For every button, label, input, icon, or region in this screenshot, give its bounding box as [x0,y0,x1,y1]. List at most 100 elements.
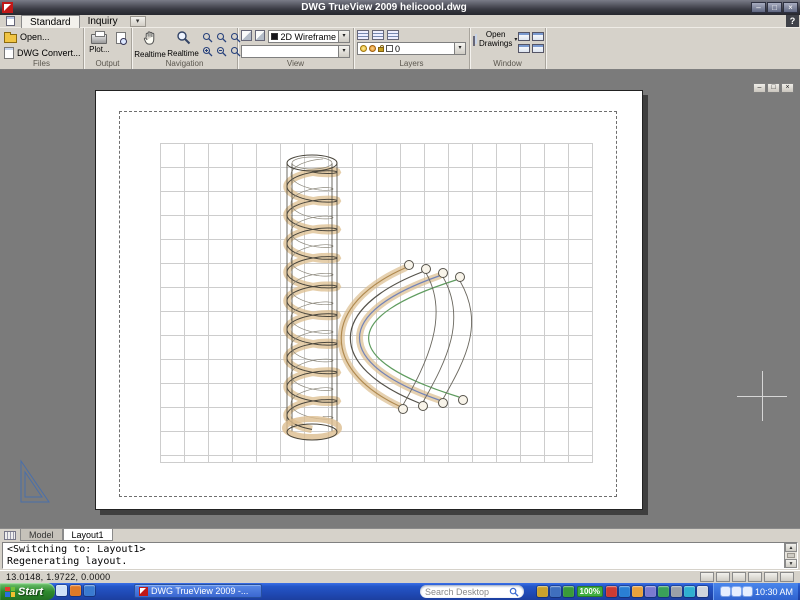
layout-nav-icon[interactable] [4,531,16,540]
minimize-button[interactable]: – [751,2,766,13]
layer-properties-icon[interactable] [357,30,369,40]
named-view-combobox[interactable]: ▾ [241,45,350,58]
annotation-scale-button[interactable] [748,572,762,582]
menu-tab-row: Standard Inquiry ▾ ? [0,15,800,28]
show-desktop-icon[interactable] [56,585,67,596]
scroll-up-icon[interactable]: ▲ [785,543,797,552]
drawing-geometry [96,91,642,509]
drawing-area[interactable]: – □ × [0,70,800,528]
window-control-buttons: – □ × [751,2,798,13]
paper-space-ucs-icon [14,455,54,507]
layer-isolate-icon[interactable] [387,30,399,40]
named-view-dropdown-icon[interactable]: ▾ [338,46,349,57]
files-buttons: Open... DWG Convert... [3,30,80,60]
search-input[interactable] [425,587,509,597]
power-icon[interactable] [697,586,708,597]
tile-horizontal-icon[interactable] [532,32,544,41]
view-cube-icon[interactable] [241,30,252,41]
view-controls: 2D Wireframe ▾ ▾ [241,30,350,58]
network-status-icon[interactable] [732,587,741,596]
tab-layout1[interactable]: Layout1 [63,529,113,541]
audio-icon[interactable] [563,586,574,597]
search-magnifier-icon[interactable] [509,587,519,597]
coordinates-readout: 13.0148, 1.9722, 0.0000 [6,572,111,582]
safely-remove-icon[interactable] [743,587,752,596]
arrange-icons-icon[interactable] [532,44,544,53]
scroll-down-icon[interactable]: ▼ [785,559,797,568]
tile-vertical-icon[interactable] [518,44,530,53]
quick-app-icon[interactable] [70,585,81,596]
orbit-icon[interactable] [255,30,266,41]
network-icon[interactable] [619,586,630,597]
toolbar-group-view: 2D Wireframe ▾ ▾ View [238,28,354,69]
visual-style-value: 2D Wireframe [280,32,336,42]
status-bar: 13.0148, 1.9722, 0.0000 [0,570,800,583]
pan-realtime-button[interactable]: Realtime [135,30,165,59]
messenger-icon[interactable] [684,586,695,597]
security-shield-icon[interactable] [658,586,669,597]
layer-on-bulb-icon [360,45,367,52]
doc-minimize-button[interactable]: – [753,83,766,93]
command-scrollbar[interactable]: ▲ ▼ [784,543,797,568]
zoom-window-button[interactable] [201,31,214,44]
conical-spiral-drawing [341,261,471,414]
layout-paper[interactable] [95,90,643,510]
doc-close-button[interactable]: × [781,83,794,93]
plot-button[interactable]: Plot... [87,30,112,54]
maximize-viewport-button[interactable] [716,572,730,582]
trueview-task-icon [139,587,148,596]
help-button[interactable]: ? [786,15,799,27]
open-drawings-icon [473,36,475,46]
status-settings-button[interactable] [764,572,778,582]
view-group-label: View [238,59,353,68]
removable-device-icon[interactable] [671,586,682,597]
layer-freeze-sun-icon [369,45,376,52]
output-group-label: Output [84,59,131,68]
layers-controls: 0 ▾ [357,30,466,55]
visual-style-combobox[interactable]: 2D Wireframe ▾ [268,30,350,43]
zoom-label: Realtime [167,49,199,58]
open-button[interactable]: Open... [3,30,80,44]
window-group-label: Window [470,59,545,68]
browser-icon[interactable] [84,585,95,596]
toolbar-overflow-icon[interactable]: ▾ [130,16,146,27]
command-history[interactable]: <Switching to: Layout1> Regenerating lay… [2,542,798,569]
open-drawings-button[interactable]: Open Drawings ▾ [473,30,515,48]
sync-icon[interactable] [645,586,656,597]
cascade-windows-icon[interactable] [518,32,530,41]
zoom-previous-button[interactable] [215,31,228,44]
document-menu-icon[interactable] [6,16,15,26]
display-icon[interactable] [550,586,561,597]
scroll-thumb[interactable] [787,553,795,558]
start-button[interactable]: Start [0,583,55,600]
doc-restore-button[interactable]: □ [767,83,780,93]
visual-style-dropdown-icon[interactable]: ▾ [338,31,349,42]
taskbar-app-button[interactable]: DWG TrueView 2009 -... [134,584,262,598]
antivirus-icon[interactable] [606,586,617,597]
zoom-realtime-button[interactable]: Realtime [168,30,198,58]
quick-launch [56,585,95,596]
printer-icon [91,34,107,44]
maximize-button[interactable]: □ [767,2,782,13]
volume-icon[interactable] [721,587,730,596]
zoom-out-button[interactable] [215,45,228,58]
tablet-icon[interactable] [537,586,548,597]
view-top-row: 2D Wireframe ▾ [241,30,350,43]
battery-indicator[interactable]: 100% [577,586,603,597]
convert-file-icon [4,47,14,59]
dwg-convert-button[interactable]: DWG Convert... [3,46,80,60]
tab-inquiry[interactable]: Inquiry [80,15,126,28]
tab-model[interactable]: Model [20,529,63,541]
layer-dropdown-icon[interactable]: ▾ [454,43,465,54]
layer-states-icon[interactable] [372,30,384,40]
updates-icon[interactable] [632,586,643,597]
close-button[interactable]: × [783,2,798,13]
layer-combobox[interactable]: 0 ▾ [357,42,466,55]
zoom-in-button[interactable] [201,45,214,58]
paper-space-button[interactable] [700,572,714,582]
task-button-label: DWG TrueView 2009 -... [151,586,248,596]
plot-preview-button[interactable] [115,30,128,46]
tab-standard[interactable]: Standard [21,15,80,28]
clean-screen-button[interactable] [780,572,794,582]
viewport-previous-button[interactable] [732,572,746,582]
